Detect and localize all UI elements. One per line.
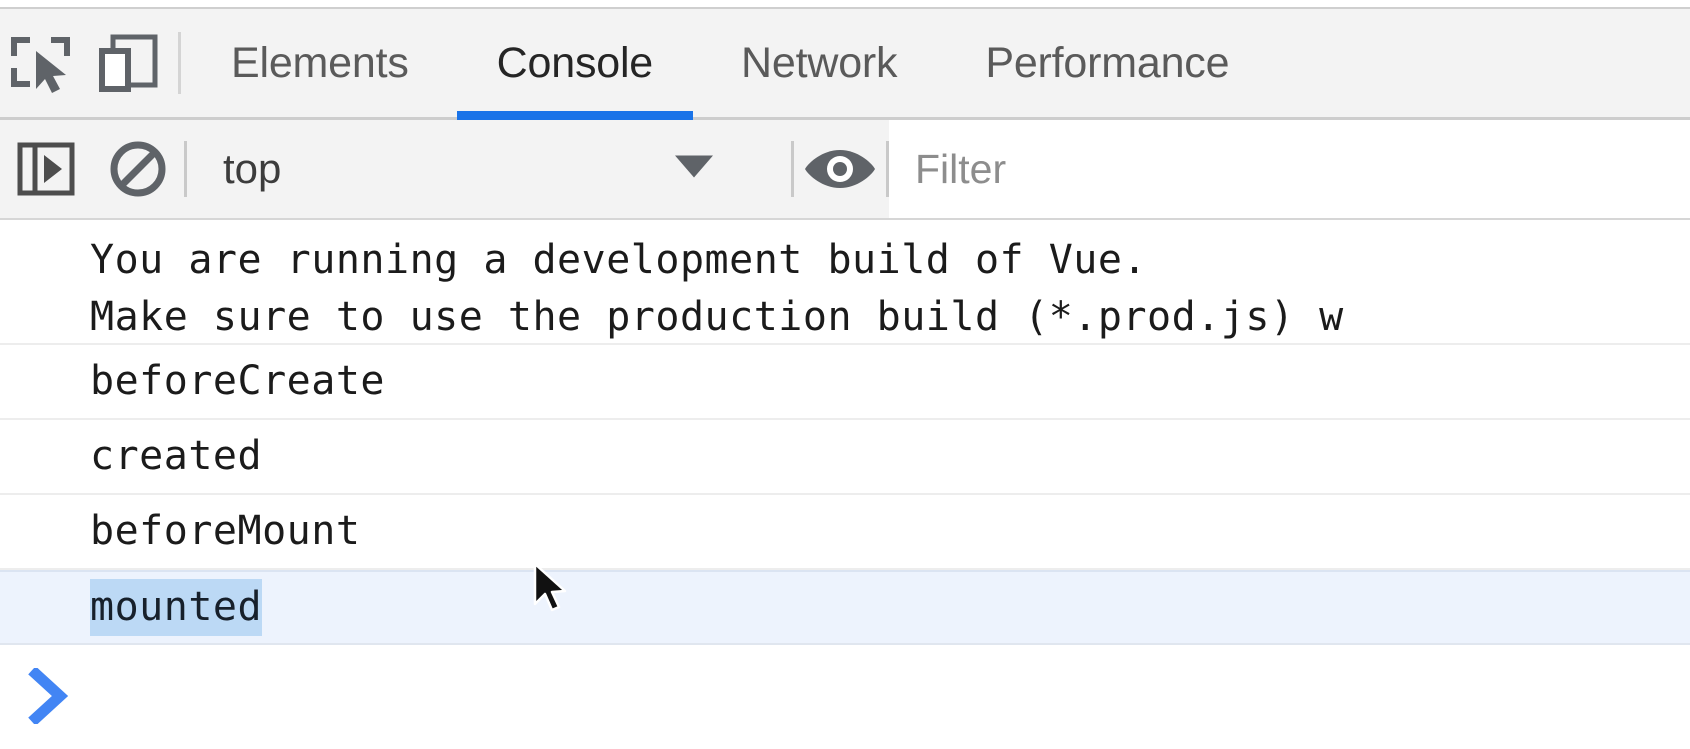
console-message-list[interactable]: You are running a development build of V… [0,220,1690,749]
device-toolbar-icon[interactable] [86,9,172,117]
console-toolbar: top Filter [0,120,1690,220]
tab-performance-label: Performance [985,38,1230,87]
tab-console[interactable]: Console [453,9,697,120]
devtools-window: Elements Console Network Performance top… [0,0,1690,749]
tab-network[interactable]: Network [697,9,941,117]
console-filter-placeholder: Filter [915,145,1007,192]
console-message-line: created [90,433,263,479]
console-message-log[interactable]: created [0,420,1690,495]
clear-console-icon[interactable] [92,120,184,218]
window-top-edge [0,0,1690,7]
console-filter-input[interactable]: Filter [889,120,1690,218]
tab-elements[interactable]: Elements [187,9,453,117]
tab-performance[interactable]: Performance [941,9,1273,117]
console-sidebar-toggle-icon[interactable] [0,120,92,218]
console-prompt-row[interactable] [0,645,1690,749]
console-message-log[interactable]: beforeCreate [0,345,1690,420]
console-message-line: You are running a development build of V… [90,237,1148,283]
toolbar-divider [178,32,181,94]
inspect-element-icon[interactable] [0,9,86,117]
console-message-log-selected[interactable]: mounted [0,570,1690,645]
execution-context-selector[interactable]: top [187,120,791,218]
chevron-down-icon [673,154,715,185]
live-expression-eye-icon[interactable] [794,120,886,218]
tab-elements-label: Elements [231,38,409,87]
devtools-tabbar: Elements Console Network Performance [0,9,1690,120]
tab-network-label: Network [741,38,898,87]
console-message-log[interactable]: beforeMount [0,495,1690,570]
console-message-line: beforeMount [90,508,361,554]
tab-console-label: Console [496,38,654,87]
console-prompt-chevron-icon [28,666,72,729]
console-message-line: Make sure to use the production build (*… [90,294,1344,340]
execution-context-label: top [223,145,282,192]
console-message-line: beforeCreate [90,358,385,404]
console-message-warning[interactable]: You are running a development build of V… [0,220,1690,345]
console-message-line: mounted [90,579,263,636]
